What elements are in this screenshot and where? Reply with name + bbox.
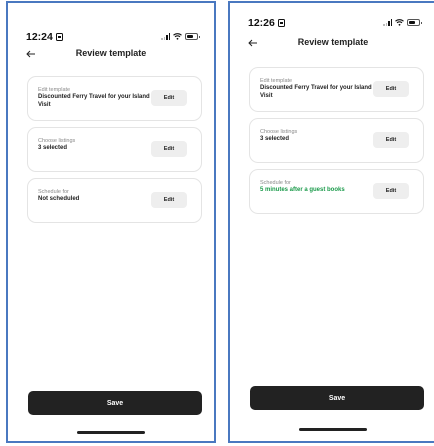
schedule-card: Schedule for Not scheduled Edit (27, 178, 202, 223)
status-icons (383, 19, 422, 26)
header: Review template (230, 36, 434, 56)
edit-listings-button[interactable]: Edit (373, 132, 409, 148)
wifi-icon (173, 33, 182, 40)
edit-schedule-button[interactable]: Edit (151, 192, 187, 208)
battery-icon (407, 19, 422, 26)
home-indicator (299, 428, 367, 431)
edit-schedule-button[interactable]: Edit (373, 183, 409, 199)
notification-badge-icon (55, 33, 63, 41)
card-value: Discounted Ferry Travel for your Island … (260, 85, 372, 99)
card-label: Schedule for (260, 180, 291, 186)
signal-icon (161, 33, 170, 40)
card-value: Discounted Ferry Travel for your Island … (38, 94, 150, 108)
status-time-text: 12:24 (26, 31, 53, 43)
edit-template-card: Edit template Discounted Ferry Travel fo… (249, 67, 424, 112)
battery-icon (185, 33, 200, 40)
card-label: Schedule for (38, 189, 69, 195)
edit-listings-button[interactable]: Edit (151, 141, 187, 157)
card-label: Choose listings (38, 138, 76, 144)
card-label: Choose listings (260, 129, 298, 135)
card-label: Edit template (260, 78, 293, 84)
signal-icon (383, 19, 392, 26)
edit-template-button[interactable]: Edit (151, 90, 187, 106)
status-time: 12:26 (248, 17, 285, 29)
choose-listings-card: Choose listings 3 selected Edit (249, 118, 424, 163)
card-value: 5 minutes after a guest books (260, 187, 345, 193)
card-label: Edit template (38, 87, 71, 93)
status-icons (161, 33, 200, 40)
choose-listings-card: Choose listings 3 selected Edit (27, 127, 202, 172)
card-value: 3 selected (38, 145, 68, 151)
page-title: Review template (75, 48, 147, 58)
header: Review template (8, 47, 214, 67)
notification-badge-icon (277, 19, 285, 27)
home-indicator (77, 431, 145, 434)
review-cards: Edit template Discounted Ferry Travel fo… (27, 76, 202, 229)
page-title: Review template (297, 37, 369, 47)
save-button[interactable]: Save (250, 386, 424, 410)
schedule-card: Schedule for 5 minutes after a guest boo… (249, 169, 424, 214)
status-bar: 12:24 (8, 3, 214, 43)
edit-template-card: Edit template Discounted Ferry Travel fo… (27, 76, 202, 121)
phone-screen-before: 12:24 Review template Edit template Disc… (6, 1, 216, 443)
phone-screen-after: 12:26 Review template Edit template Disc… (228, 1, 434, 443)
card-value: Not scheduled (38, 196, 80, 202)
status-time-text: 12:26 (248, 17, 275, 29)
card-value: 3 selected (260, 136, 290, 142)
status-time: 12:24 (26, 31, 63, 43)
save-button[interactable]: Save (28, 391, 202, 415)
review-cards: Edit template Discounted Ferry Travel fo… (249, 67, 424, 220)
wifi-icon (395, 19, 404, 26)
edit-template-button[interactable]: Edit (373, 81, 409, 97)
